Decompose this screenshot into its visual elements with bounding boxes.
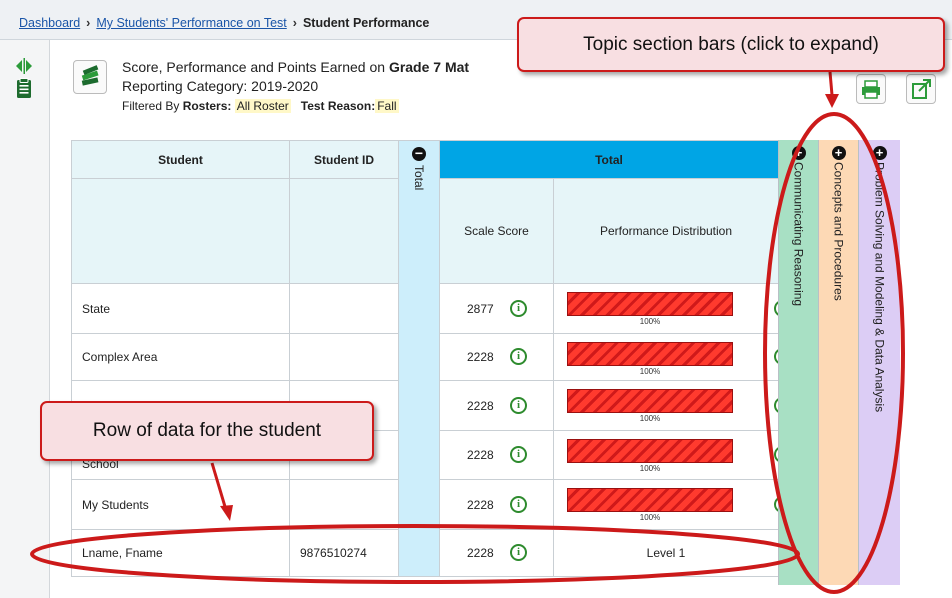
- student-row-callout: Row of data for the student: [40, 401, 374, 461]
- topic-bar-communicating-reasoning[interactable]: + Communicating Reasoning: [778, 140, 818, 585]
- info-circle-icon[interactable]: i: [510, 396, 527, 414]
- topic-label: Problem Solving and Modeling & Data Anal…: [872, 162, 887, 413]
- info-circle-icon[interactable]: i: [510, 495, 527, 513]
- performance-distribution-column-header[interactable]: Performance Distribution: [553, 178, 779, 284]
- scale-score-value: 2228: [467, 448, 494, 462]
- topic-bars-callout: Topic section bars (click to expand): [517, 17, 945, 72]
- test-reason-filter-value: Fall: [375, 99, 399, 113]
- total-collapse-column[interactable]: − Total: [398, 140, 440, 577]
- scale-score-value: 2228: [467, 350, 494, 364]
- plus-circle-icon[interactable]: +: [872, 146, 887, 160]
- info-circle-icon[interactable]: i: [510, 544, 527, 561]
- performance-percent: 100%: [639, 464, 661, 473]
- breadcrumb-my-students-link[interactable]: My Students' Performance on Test: [96, 16, 286, 30]
- breadcrumb-dashboard-link[interactable]: Dashboard: [19, 16, 80, 30]
- performance-level: Level 1: [553, 529, 779, 577]
- student-id-column-header[interactable]: Student ID: [289, 140, 399, 179]
- student-name[interactable]: Lname, Fname: [71, 529, 290, 577]
- scale-score-value: 2228: [467, 546, 494, 560]
- row-name: State: [71, 283, 290, 334]
- performance-percent: 100%: [639, 317, 661, 326]
- topic-bar-concepts-procedures[interactable]: + Concepts and Procedures: [818, 140, 858, 585]
- left-rail: [0, 40, 50, 598]
- expand-collapse-icon[interactable]: [12, 54, 36, 78]
- info-circle-icon[interactable]: i: [510, 299, 527, 317]
- info-circle-icon[interactable]: i: [510, 348, 527, 365]
- row-name: My Students: [71, 479, 290, 530]
- scale-score-value: 2228: [467, 497, 494, 512]
- row-id: [289, 479, 399, 530]
- scale-score-value: 2877: [467, 301, 494, 316]
- row-id: [289, 333, 399, 381]
- clipboard-icon[interactable]: [12, 76, 36, 100]
- minus-circle-icon[interactable]: −: [412, 146, 426, 161]
- header-filler-cell: [289, 178, 399, 284]
- scale-score-value: 2228: [467, 398, 494, 413]
- report-title: Score, Performance and Points Earned on …: [122, 59, 470, 75]
- plus-circle-icon[interactable]: +: [791, 146, 806, 160]
- report-books-icon: [73, 60, 107, 94]
- scale-score-column-header[interactable]: Scale Score: [439, 178, 554, 284]
- breadcrumb-chevron-icon: ›: [86, 16, 91, 30]
- performance-bar[interactable]: [567, 292, 733, 316]
- info-circle-icon[interactable]: i: [510, 446, 527, 463]
- topic-bar-problem-solving[interactable]: + Problem Solving and Modeling & Data An…: [858, 140, 900, 585]
- row-name: Complex Area: [71, 333, 290, 381]
- student-id: 9876510274: [289, 529, 399, 577]
- performance-percent: 100%: [639, 367, 661, 376]
- topic-label: Concepts and Procedures: [831, 162, 846, 301]
- student-performance-table: Student Student ID − Total Total Scale S…: [71, 140, 791, 577]
- row-id: [289, 283, 399, 334]
- performance-percent: 100%: [639, 513, 661, 522]
- export-icon[interactable]: [906, 74, 936, 104]
- plus-circle-icon[interactable]: +: [831, 146, 846, 160]
- header-filler-cell: [71, 178, 290, 284]
- performance-bar[interactable]: [567, 488, 733, 512]
- performance-bar[interactable]: [567, 439, 733, 463]
- performance-percent: 100%: [639, 414, 661, 423]
- total-vertical-label: Total: [412, 165, 426, 191]
- rosters-filter-value: All Roster: [234, 99, 291, 113]
- topic-label: Communicating Reasoning: [791, 162, 806, 307]
- print-icon[interactable]: [856, 74, 886, 104]
- performance-bar[interactable]: [567, 389, 733, 413]
- filter-summary: Filtered By Rosters: All Roster Test Rea…: [122, 99, 399, 113]
- breadcrumb-chevron-icon: ›: [292, 16, 297, 30]
- student-column-header[interactable]: Student: [71, 140, 290, 179]
- reporting-category: Reporting Category: 2019-2020: [122, 78, 319, 94]
- total-group-header: Total: [439, 140, 779, 179]
- breadcrumb-current: Student Performance: [302, 16, 430, 30]
- performance-bar[interactable]: [567, 342, 733, 366]
